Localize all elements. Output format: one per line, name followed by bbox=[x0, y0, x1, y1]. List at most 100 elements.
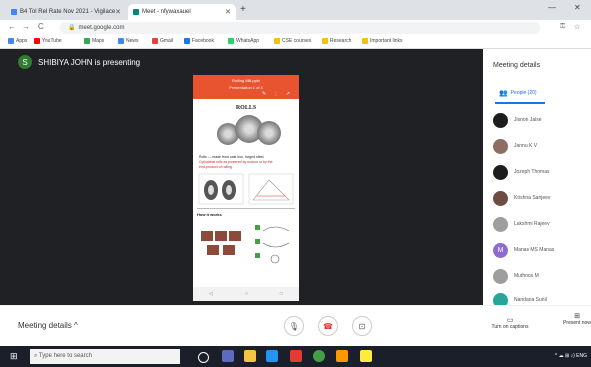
file-explorer-icon[interactable] bbox=[244, 350, 256, 362]
bookmark-apps[interactable]: Apps bbox=[8, 38, 27, 44]
gmail-icon bbox=[152, 38, 158, 44]
tab-title: Meet - nfywaxauel bbox=[142, 9, 191, 15]
captions-button[interactable]: ▭ Turn on captions bbox=[485, 316, 535, 330]
folder-icon bbox=[274, 38, 280, 44]
close-window-icon[interactable]: ✕ bbox=[574, 3, 581, 12]
participant-row[interactable]: Krishna Sanjeev bbox=[493, 189, 550, 207]
camera-button[interactable]: ⊡ bbox=[352, 316, 372, 336]
app-icon[interactable] bbox=[290, 350, 302, 362]
recents-nav-icon: □ bbox=[279, 291, 283, 297]
participant-name: Krishna Sanjeev bbox=[514, 195, 551, 201]
bookmark-news[interactable]: News bbox=[118, 38, 139, 44]
avatar bbox=[493, 112, 508, 128]
present-now-button[interactable]: ⊞ Present now bbox=[563, 312, 591, 326]
bookmark-research[interactable]: Research bbox=[322, 38, 351, 44]
maps-icon bbox=[84, 38, 90, 44]
end-call-icon: ☎ bbox=[323, 321, 333, 331]
bookmark-gmail[interactable]: Gmail bbox=[152, 38, 173, 44]
panel-title: Meeting details bbox=[493, 62, 541, 69]
participant-row[interactable]: Jozeph Thomas bbox=[493, 163, 549, 181]
bookmarks-bar: Apps YouTube Maps News Gmail Facebook Wh… bbox=[0, 36, 591, 49]
facebook-icon bbox=[184, 38, 190, 44]
app-icon[interactable] bbox=[360, 350, 372, 362]
present-icon: ⊞ bbox=[574, 313, 580, 320]
url-text: meet.google.com bbox=[78, 25, 125, 31]
tab-title: B4 Tol Rel Rate Nov 2021 - Vigilace bbox=[20, 9, 116, 15]
rolls-image bbox=[211, 113, 281, 153]
slide-app-header: Rolling Mill.pptx Presentation 1 of 4 ✎ … bbox=[193, 75, 299, 99]
tab-close-icon[interactable]: ✕ bbox=[225, 8, 231, 16]
avatar bbox=[493, 164, 508, 180]
roll-diagrams bbox=[197, 172, 295, 206]
participant-name: Muthoos M bbox=[514, 273, 539, 279]
back-icon[interactable]: ← bbox=[8, 22, 16, 31]
bookmark-facebook[interactable]: Facebook bbox=[184, 38, 214, 44]
meeting-details-panel: Meeting details 👥 People (20) Jisnon Jai… bbox=[483, 49, 591, 308]
new-tab-button[interactable]: + bbox=[240, 4, 246, 15]
participant-name: Jannu K V bbox=[514, 143, 538, 149]
star-icon[interactable]: ☆ bbox=[574, 23, 580, 31]
people-tab-label: People (20) bbox=[510, 90, 537, 96]
presentation-stage: S SHIBIYA JOHN is presenting Rolling Mil… bbox=[0, 49, 483, 305]
taskbar-search-input[interactable]: ⌕ Type here to search bbox=[30, 349, 180, 364]
meeting-controls-bar: Meeting details ^ 🎙 ☎ ⊡ ▭ Turn on captio… bbox=[0, 305, 591, 347]
cortana-icon[interactable] bbox=[198, 352, 209, 363]
presenter-avatar: S bbox=[18, 55, 32, 69]
url-input[interactable]: 🔒 meet.google.com bbox=[60, 22, 540, 34]
participant-name: Nandana Sunil bbox=[514, 297, 547, 303]
taskbar: ⊞ ⌕ Type here to search ^ ☁ ⊞ ♪) ENG bbox=[0, 346, 591, 367]
forward-icon[interactable]: → bbox=[22, 22, 30, 31]
participant-row[interactable]: M Manas MS Manas bbox=[493, 241, 554, 259]
youtube-icon bbox=[34, 38, 40, 44]
reload-icon[interactable]: C bbox=[38, 22, 44, 31]
participant-row[interactable]: Jisnon Jaise bbox=[493, 111, 542, 129]
home-nav-icon: ○ bbox=[244, 291, 248, 297]
app-icon[interactable] bbox=[336, 350, 348, 362]
address-bar: ← → C 🔒 meet.google.com ⚿ ☆ bbox=[0, 20, 591, 36]
avatar bbox=[493, 216, 508, 232]
bookmark-important-links[interactable]: Important links bbox=[362, 38, 403, 44]
avatar bbox=[493, 268, 508, 284]
presenter-text: SHIBIYA JOHN is presenting bbox=[38, 57, 141, 67]
captions-icon: ▭ bbox=[506, 317, 514, 324]
participant-row[interactable]: Lakshmi Rajeev bbox=[493, 215, 550, 233]
folder-icon bbox=[362, 38, 368, 44]
avatar bbox=[493, 138, 508, 154]
browser-tab-2[interactable]: Meet - nfywaxauel ✕ bbox=[128, 4, 236, 20]
avatar: M bbox=[493, 242, 508, 258]
key-icon[interactable]: ⚿ bbox=[560, 23, 565, 31]
tab-people[interactable]: 👥 People (20) bbox=[499, 89, 537, 97]
apps-icon bbox=[8, 38, 14, 44]
how-it-works-section: How it works bbox=[197, 208, 295, 275]
participant-row[interactable]: Jannu K V bbox=[493, 137, 537, 155]
chrome-icon[interactable] bbox=[313, 350, 325, 362]
browser-tab-1[interactable]: B4 Tol Rel Rate Nov 2021 - Vigilace ✕ bbox=[6, 4, 124, 20]
presenter-banner: S SHIBIYA JOHN is presenting bbox=[18, 55, 140, 69]
participant-name: Manas MS Manas bbox=[514, 247, 555, 253]
avatar bbox=[493, 190, 508, 206]
windows-start-icon[interactable]: ⊞ bbox=[10, 351, 18, 362]
end-call-button[interactable]: ☎ bbox=[318, 316, 338, 336]
mic-button[interactable]: 🎙 bbox=[284, 316, 304, 336]
bookmark-whatsapp[interactable]: WhatsApp bbox=[228, 38, 259, 44]
participant-row[interactable]: Muthoos M bbox=[493, 267, 539, 285]
bookmark-youtube[interactable]: YouTube bbox=[34, 38, 62, 44]
lock-icon: 🔒 bbox=[68, 25, 76, 31]
meeting-details-button[interactable]: Meeting details ^ bbox=[18, 321, 78, 330]
participant-name: Lakshmi Rajeev bbox=[514, 221, 550, 227]
task-view-icon[interactable] bbox=[222, 350, 234, 362]
news-icon bbox=[118, 38, 124, 44]
folder-icon bbox=[322, 38, 328, 44]
mic-icon: 🎙 bbox=[288, 321, 300, 331]
slide-body-text: Rolls — made from cast iron, forged stee… bbox=[199, 155, 273, 169]
bookmark-cse-courses[interactable]: CSE courses bbox=[274, 38, 311, 44]
tab-favicon-icon bbox=[133, 9, 139, 15]
store-icon[interactable] bbox=[266, 350, 278, 362]
camera-icon: ⊡ bbox=[358, 321, 366, 331]
system-tray[interactable]: ^ ☁ ⊞ ♪) ENG bbox=[555, 353, 587, 359]
bookmark-maps[interactable]: Maps bbox=[84, 38, 104, 44]
participant-name: Jisnon Jaise bbox=[514, 117, 542, 123]
people-icon: 👥 bbox=[499, 90, 508, 97]
tab-close-icon[interactable]: ✕ bbox=[115, 8, 121, 16]
minimize-icon[interactable]: — bbox=[548, 3, 556, 12]
